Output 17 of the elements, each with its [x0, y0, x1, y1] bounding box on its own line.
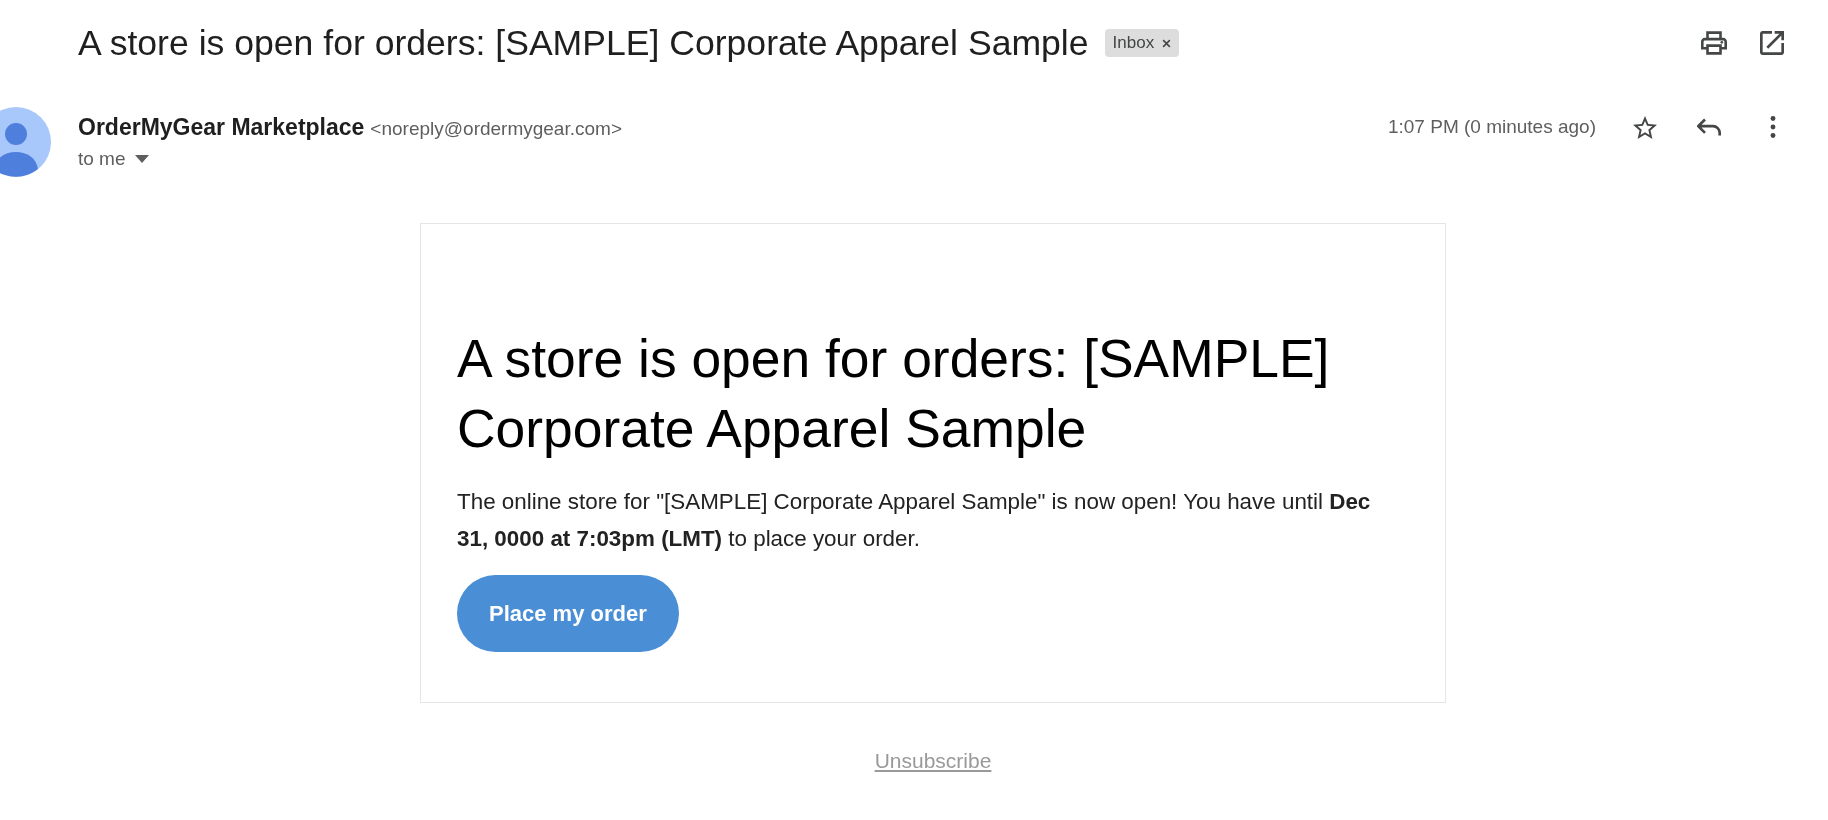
- label-chip[interactable]: Inbox: [1104, 29, 1180, 57]
- email-subject: A store is open for orders: [SAMPLE] Corporate Apparel Sample: [78, 22, 1089, 65]
- sender-name: OrderMyGear Marketplace: [78, 113, 365, 142]
- received-time: 1:07 PM (0 minutes ago): [1387, 116, 1596, 138]
- more-icon[interactable]: [1769, 116, 1777, 138]
- print-icon[interactable]: [1701, 31, 1727, 55]
- recipient-text: to me: [78, 147, 126, 171]
- message-heading: A store is open for orders: [SAMPLE] Corporate Apparel Sample: [457, 328, 1331, 460]
- unsubscribe-link[interactable]: Unsubscribe: [874, 749, 992, 772]
- caret-icon[interactable]: [134, 155, 149, 163]
- place-order-button[interactable]: Place my order: [457, 575, 679, 652]
- close-icon[interactable]: [1162, 38, 1172, 48]
- message-text: The online store for "[SAMPLE] Corporate Apparel Sample" is now open! You have until Dec 31, 0000 at 7:03pm (LMT) to place your order.: [457, 488, 1372, 553]
- external-link-icon[interactable]: [1759, 31, 1785, 55]
- sender-address: <noreply@ordermygear.com>: [370, 117, 622, 141]
- avatar-icon: [0, 107, 51, 177]
- star-icon[interactable]: [1633, 115, 1657, 139]
